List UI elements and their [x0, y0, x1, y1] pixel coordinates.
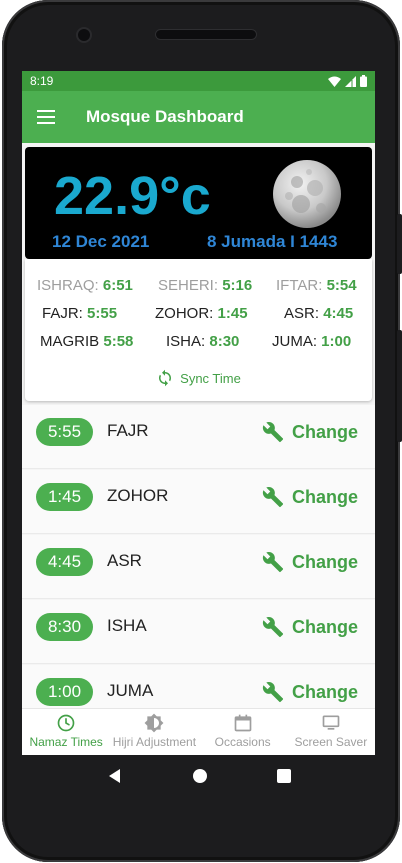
timing-row: MAGRIB 5:58 ISHA: 8:30 JUMA: 1:00: [25, 333, 372, 355]
nav-label: Namaz Times: [29, 735, 103, 749]
app-bar: Mosque Dashboard: [22, 91, 375, 143]
prayer-name: FAJR: [107, 421, 149, 440]
timing-juma: JUMA: 1:00: [272, 333, 352, 350]
timing-iftar: IFTAR: 5:54: [276, 277, 357, 294]
back-button[interactable]: [107, 768, 123, 784]
timing-ishraq: ISHRAQ: 6:51: [37, 277, 133, 294]
moon-icon: [273, 160, 341, 228]
nav-namaz-times[interactable]: Namaz Times: [22, 709, 110, 755]
battery-icon: [360, 75, 367, 87]
status-time: 8:19: [30, 74, 54, 88]
prayer-time-pill: 5:55: [36, 418, 93, 446]
wrench-icon: [262, 617, 284, 638]
list-item: 4:45 ASR Change: [22, 535, 375, 599]
timing-isha: ISHA: 8:30: [166, 333, 240, 350]
gregorian-date: 12 Dec 2021: [52, 232, 150, 251]
timings-card: ISHRAQ: 6:51 SEHERI: 5:16 IFTAR: 5:54 FA…: [25, 259, 372, 401]
wrench-icon: [262, 552, 284, 573]
home-circle-icon: [192, 769, 207, 783]
front-camera: [78, 29, 90, 41]
change-label: Change: [292, 486, 359, 507]
prayer-time-pill: 1:00: [36, 678, 93, 706]
timing-row: ISHRAQ: 6:51 SEHERI: 5:16 IFTAR: 5:54: [25, 277, 372, 299]
timing-fajr: FAJR: 5:55: [42, 305, 118, 322]
wrench-icon: [262, 422, 284, 443]
hamburger-menu-icon: [37, 110, 55, 124]
nav-label: Screen Saver: [294, 735, 368, 749]
sync-time-label: Sync Time: [180, 370, 241, 386]
change-button[interactable]: Change: [262, 613, 358, 641]
list-item: 5:55 FAJR Change: [22, 405, 375, 469]
weather-date-card: 22.9°c 12 Dec 2021 8 Jumada I 1443: [25, 147, 372, 259]
app-screen: 8:19 Mosque Dashboard 22.9°c 12 Dec 2021…: [22, 71, 375, 755]
prayer-name: JUMA: [107, 681, 154, 700]
change-label: Change: [292, 616, 359, 637]
wifi-icon: [328, 76, 341, 87]
timing-seheri: SEHERI: 5:16: [158, 277, 253, 294]
list-item: 1:45 ZOHOR Change: [22, 470, 375, 534]
system-navigation-bar: [22, 755, 375, 797]
app-title: Mosque Dashboard: [86, 107, 244, 126]
timing-zohor: ZOHOR: 1:45: [155, 305, 248, 322]
list-item: 8:30 ISHA Change: [22, 600, 375, 664]
monitor-icon: [322, 715, 340, 730]
wrench-icon: [262, 487, 284, 508]
change-label: Change: [292, 421, 359, 442]
change-button[interactable]: Change: [262, 483, 358, 511]
change-label: Change: [292, 551, 359, 572]
power-button: [397, 330, 402, 442]
timing-row: FAJR: 5:55 ZOHOR: 1:45 ASR: 4:45: [25, 305, 372, 327]
prayer-time-pill: 8:30: [36, 613, 93, 641]
back-triangle-icon: [108, 769, 120, 783]
timing-magrib: MAGRIB 5:58: [40, 333, 134, 350]
nav-hijri-adjustment[interactable]: Hijri Adjustment: [110, 709, 198, 755]
recents-button[interactable]: [276, 769, 291, 783]
sync-time-button[interactable]: Sync Time: [25, 369, 372, 387]
prayer-name: ISHA: [107, 616, 147, 635]
prayer-name: ASR: [107, 551, 142, 570]
hijri-date: 8 Jumada I 1443: [207, 232, 338, 251]
prayer-name: ZOHOR: [107, 486, 169, 505]
nav-label: Hijri Adjustment: [112, 735, 197, 749]
change-button[interactable]: Change: [262, 418, 358, 446]
menu-button[interactable]: [22, 91, 70, 143]
bottom-navigation: Namaz Times Hijri Adjustment Occasions S…: [22, 708, 375, 755]
change-button[interactable]: Change: [262, 678, 358, 706]
timing-asr: ASR: 4:45: [284, 305, 354, 322]
temperature-value: 22.9°c: [54, 166, 211, 226]
nav-screen-saver[interactable]: Screen Saver: [287, 709, 375, 755]
calendar-icon: [234, 714, 251, 732]
sync-icon: [159, 369, 172, 387]
signal-icon: [345, 75, 356, 87]
volume-button: [397, 214, 402, 274]
brightness-icon: [144, 713, 164, 733]
clock-icon: [57, 714, 75, 732]
nav-label: Occasions: [214, 735, 271, 749]
nav-occasions[interactable]: Occasions: [199, 709, 287, 755]
change-label: Change: [292, 681, 359, 702]
earpiece-speaker: [156, 30, 256, 39]
recents-square-icon: [276, 769, 291, 783]
prayer-time-pill: 1:45: [36, 483, 93, 511]
prayer-time-pill: 4:45: [36, 548, 93, 576]
status-bar: 8:19: [22, 71, 375, 91]
wrench-icon: [262, 682, 284, 703]
home-button[interactable]: [192, 768, 208, 784]
change-button[interactable]: Change: [262, 548, 358, 576]
